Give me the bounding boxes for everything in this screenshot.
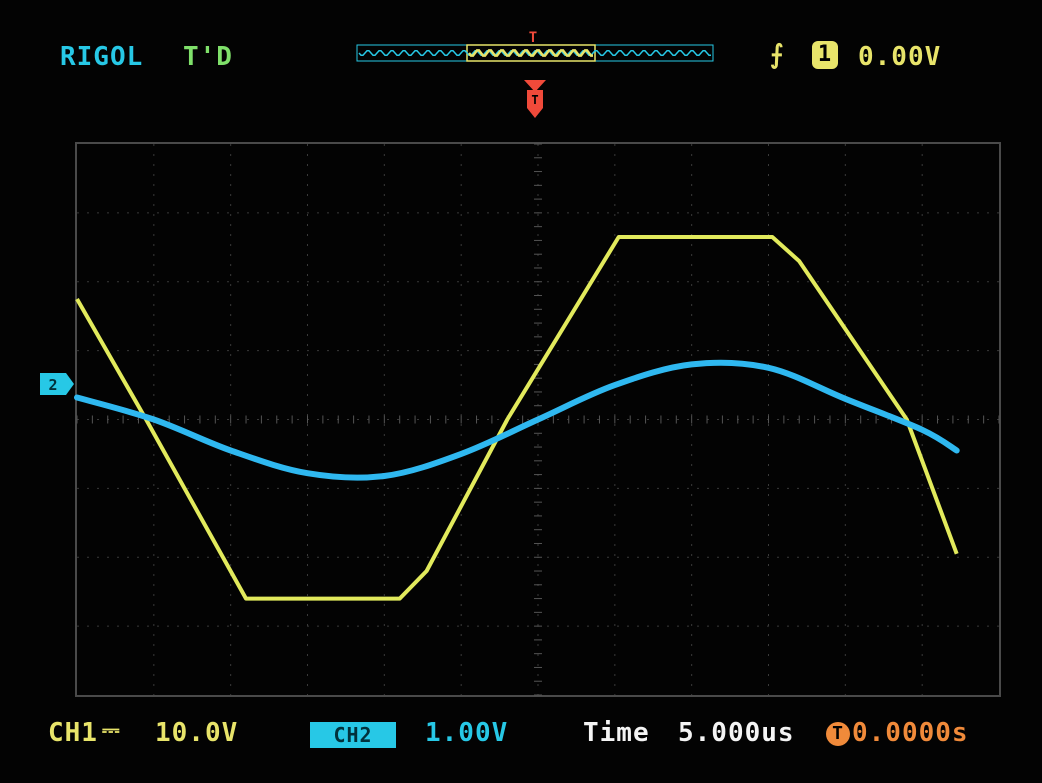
dc-coupling-icon: ⎓ <box>102 718 121 743</box>
ch1-label[interactable]: CH1 <box>48 718 98 748</box>
ch2-volts-per-div[interactable]: 1.00V <box>425 718 508 748</box>
ch1-waveform <box>75 235 959 601</box>
ch2-ground-marker[interactable]: 2 <box>40 373 76 395</box>
oscilloscope-screen: RIGOL T'D T T ⨍ 1 0.00V 2 CH1 ⎓ 10.0V CH… <box>0 0 1042 783</box>
ch1-volts-per-div[interactable]: 10.0V <box>155 718 238 748</box>
trigger-position-icon: T <box>826 722 850 746</box>
ch2-label[interactable]: CH2 <box>310 722 396 748</box>
time-per-div[interactable]: 5.000us <box>678 718 795 748</box>
waveform-grid <box>74 142 1001 697</box>
ch2-waveform <box>74 359 960 481</box>
time-label: Time <box>583 718 650 748</box>
trigger-horizontal-position[interactable]: 0.0000s <box>852 718 969 748</box>
ch2-marker-label: 2 <box>48 376 57 394</box>
